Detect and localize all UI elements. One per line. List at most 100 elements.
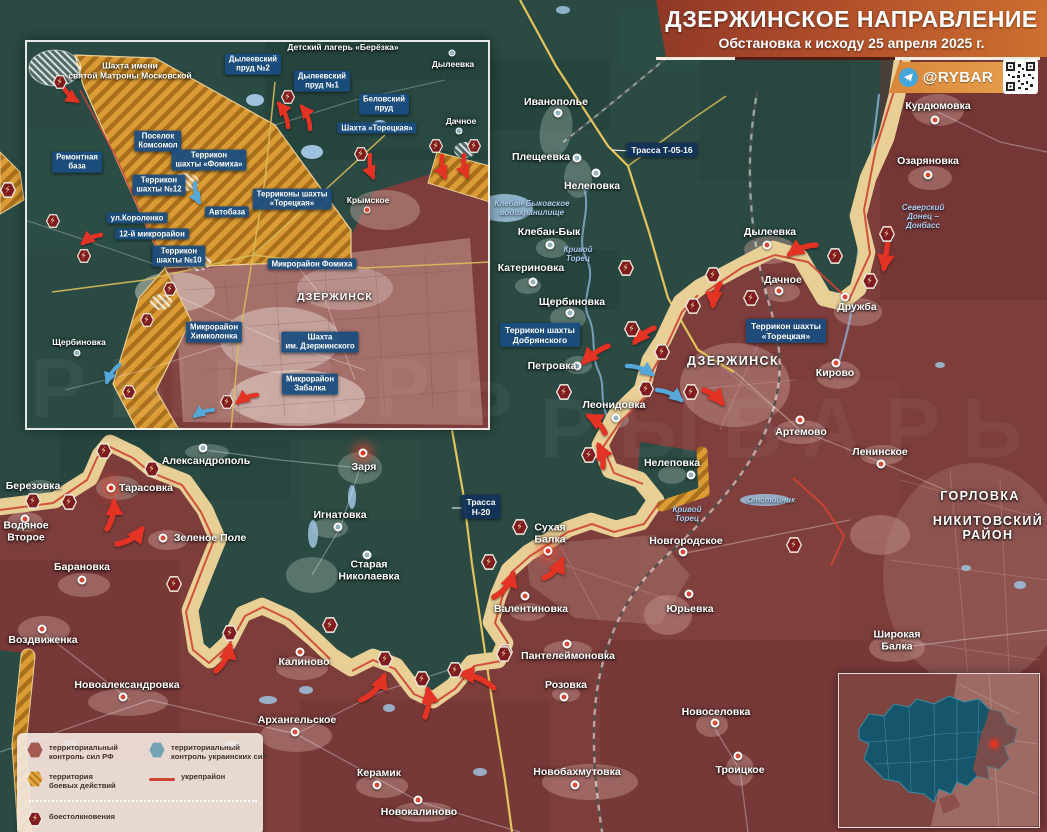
water-label: Кривой Торец — [672, 505, 701, 523]
page-title: ДЗЕРЖИНСКОЕ НАПРАВЛЕНИЕ — [665, 6, 1038, 33]
lightning-icon: ⚡ — [100, 446, 108, 456]
clash-icon: ⚡ — [827, 248, 844, 265]
telegram-icon — [899, 68, 918, 87]
map-legend: территориальный контроль сил РФтерритори… — [17, 733, 263, 832]
clash-icon: ⚡ — [220, 395, 235, 410]
town-dot — [364, 207, 371, 214]
town-label: Керамик — [357, 768, 401, 780]
legend-item: укрепрайон — [149, 771, 259, 791]
clash-icon-inner: ⚡ — [26, 494, 40, 508]
inset-info-box: Микрорайон Фомиха — [268, 258, 357, 269]
town-label: Новоселовка — [682, 707, 751, 719]
lightning-icon: ⚡ — [29, 496, 37, 506]
clash-icon-inner: ⚡ — [62, 495, 76, 509]
info-box: Террикон шахты «Торецкая» — [746, 319, 826, 343]
town-label: Розовка — [545, 680, 587, 692]
town-label: Петровка — [528, 361, 577, 373]
town-label: Широкая Балка — [873, 629, 920, 653]
clash-icon: ⚡ — [322, 617, 339, 634]
clash-icon: ⚡ — [879, 226, 896, 243]
clash-icon: ⚡ — [467, 139, 482, 154]
clash-icon-inner: ⚡ — [513, 520, 527, 534]
clash-icon-inner: ⚡ — [639, 382, 653, 396]
water-label: Отстойник — [747, 495, 795, 504]
lightning-icon: ⚡ — [381, 654, 389, 664]
inset-info-box: Террикон шахты №10 — [152, 246, 205, 267]
clash-icon: ⚡ — [685, 298, 702, 315]
clash-icon: ⚡ — [654, 344, 671, 361]
town-label: Новобахмутовка — [533, 767, 620, 779]
clash-icon: ⚡ — [281, 90, 296, 105]
clash-icon: ⚡ — [429, 139, 444, 154]
clash-icon-inner: ⚡ — [684, 385, 698, 399]
town-label: Курдюмовка — [905, 101, 970, 113]
lightning-icon: ⚡ — [831, 251, 839, 261]
lightning-icon: ⚡ — [485, 557, 493, 567]
town-dot — [373, 781, 382, 790]
clash-icon-inner: ⚡ — [619, 261, 633, 275]
town-label: Воздвиженка — [8, 635, 77, 647]
town-label: Плещеевка — [512, 152, 570, 164]
lightning-icon: ⚡ — [866, 276, 874, 286]
city-label: НИКИТОВСКИЙ РАЙОН — [933, 514, 1043, 542]
clash-icon-inner: ⚡ — [582, 448, 596, 462]
town-dot — [560, 693, 569, 702]
town-dot — [554, 109, 563, 118]
clash-icon-inner: ⚡ — [686, 299, 700, 313]
clash-icon-inner: ⚡ — [625, 322, 639, 336]
clash-icon: ⚡ — [512, 519, 529, 536]
inset-info-box: Беловский пруд — [359, 94, 409, 115]
clash-icon-inner: ⚡ — [167, 577, 181, 591]
inset-info-box: Терриконы шахты «Торецкая» — [253, 189, 332, 210]
town-dot — [119, 693, 128, 702]
town-dot — [796, 416, 805, 425]
lightning-icon: ⚡ — [628, 324, 636, 334]
town-label: Архангельское — [258, 715, 336, 727]
town-dot — [521, 592, 530, 601]
legend-grid: территориальный контроль сил РФтерритори… — [27, 742, 255, 827]
lightning-icon: ⚡ — [80, 251, 88, 261]
lightning-icon: ⚡ — [687, 387, 695, 397]
lightning-icon: ⚡ — [622, 263, 630, 273]
inset-label: Дылеевка — [432, 60, 474, 70]
town-dot — [573, 154, 582, 163]
lightning-icon: ⚡ — [49, 216, 57, 226]
town-label: Дачное — [764, 275, 802, 287]
clash-icon-inner: ⚡ — [557, 385, 571, 399]
clash-icon-inner: ⚡ — [54, 76, 66, 88]
legend-label: территория боевых действий — [49, 771, 116, 791]
town-label: Щербиновка — [539, 297, 605, 309]
clash-icon-inner: ⚡ — [787, 538, 801, 552]
inset-label: Дачное — [446, 117, 477, 127]
town-dot — [544, 547, 553, 556]
inset-label: Шахта имени святой Матроны Московской — [68, 61, 191, 80]
town-label: Зеленое Поле — [174, 533, 246, 545]
clash-icon: ⚡ — [414, 671, 431, 688]
inset-label: Щербиновка — [52, 338, 106, 348]
lightning-icon: ⚡ — [883, 229, 891, 239]
water-label: Клебан-Быковское водохранилище — [494, 199, 569, 217]
lightning-icon: ⚡ — [284, 92, 292, 102]
clash-icon: ⚡ — [96, 443, 113, 460]
town-dot — [924, 171, 933, 180]
water-label: Кривой Торец — [563, 245, 592, 263]
clash-icon-inner: ⚡ — [141, 314, 153, 326]
town-dot — [159, 534, 168, 543]
clash-icon-inner: ⚡ — [448, 663, 462, 677]
clash-icon: ⚡ — [25, 493, 42, 510]
clash-icon-inner: ⚡ — [880, 227, 894, 241]
clash-icon: ⚡ — [556, 384, 573, 401]
town-dot — [685, 590, 694, 599]
town-dot — [763, 241, 772, 250]
town-label: Заря — [352, 462, 377, 474]
clash-icon: ⚡ — [705, 267, 722, 284]
clash-icon: ⚡ — [46, 214, 61, 229]
lightning-icon: ⚡ — [709, 270, 717, 280]
lightning-icon: ⚡ — [143, 315, 151, 325]
lightning-icon: ⚡ — [357, 149, 365, 159]
city-label: ГОРЛОВКА — [940, 489, 1020, 503]
info-box: Террикон шахты Добрянского — [500, 323, 580, 347]
town-label: Тарасовка — [119, 483, 173, 495]
town-dot — [931, 116, 940, 125]
town-label: Валентиновка — [494, 604, 568, 616]
